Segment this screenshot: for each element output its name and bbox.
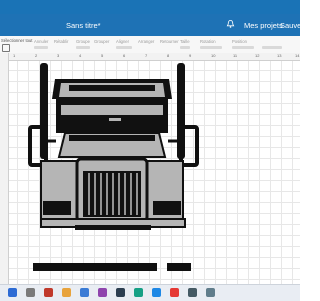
toolbar-group[interactable]: Groupe: [76, 39, 90, 44]
ruler-tick: 1: [13, 53, 16, 58]
ruler-top: 1 2 3 4 5 6 7 8 9 10 11 12 13 14: [8, 53, 300, 61]
select-all-icon[interactable]: [2, 44, 10, 52]
browser-top-strip: [0, 0, 300, 14]
toolbar-field[interactable]: [180, 46, 190, 49]
toolbar-ungroup[interactable]: Grouper: [94, 39, 109, 44]
os-taskbar: [0, 284, 300, 301]
edge-icon[interactable]: [152, 288, 161, 297]
toolbar-field[interactable]: [76, 46, 90, 49]
lower-bar-right: [167, 263, 191, 271]
ruler-left: [0, 53, 9, 284]
ruler-tick: 3: [57, 53, 60, 58]
toolbar-size[interactable]: Taille: [180, 39, 190, 44]
toolbar-undo[interactable]: Annuler: [34, 39, 48, 44]
toolbar-align[interactable]: Aligner: [116, 39, 129, 44]
start-icon[interactable]: [8, 288, 17, 297]
toolbar-rotate[interactable]: Rotation: [200, 39, 216, 44]
toolbar-arrange[interactable]: Arranger: [138, 39, 154, 44]
truck-graphic[interactable]: [9, 61, 300, 284]
ruler-tick: 12: [255, 53, 260, 58]
mail-icon[interactable]: [98, 288, 107, 297]
toolbar-redo[interactable]: Rétablir: [54, 39, 68, 44]
ruler-tick: 7: [145, 53, 148, 58]
bumper-lower: [75, 225, 151, 230]
toolbar-flip[interactable]: Retourner: [160, 39, 179, 44]
settings-icon[interactable]: [206, 288, 215, 297]
design-canvas[interactable]: [9, 61, 300, 284]
ruler-tick: 4: [79, 53, 82, 58]
toolbar-field[interactable]: [232, 46, 254, 49]
toolbar-position[interactable]: Position: [232, 39, 247, 44]
sun-visor: [61, 105, 163, 115]
ruler-tick: 13: [277, 53, 282, 58]
lower-bar-left: [33, 263, 157, 271]
grille: [83, 171, 141, 217]
app-icon[interactable]: [134, 288, 143, 297]
store-icon[interactable]: [116, 288, 125, 297]
save-button[interactable]: Sauveg: [280, 21, 305, 30]
ruler-tick: 11: [233, 53, 238, 58]
app-header: Sans titre* Mes projets Sauveg: [0, 14, 305, 36]
toolbar-field[interactable]: [200, 46, 222, 49]
file-explorer-icon[interactable]: [62, 288, 71, 297]
toolbar-field[interactable]: [116, 46, 132, 49]
photo-icon[interactable]: [188, 288, 197, 297]
ruler-tick: 6: [123, 53, 126, 58]
search-icon[interactable]: [26, 288, 35, 297]
left-headlight: [43, 201, 71, 215]
my-projects-link[interactable]: Mes projets: [244, 21, 283, 30]
bell-icon[interactable]: [226, 19, 235, 29]
ruler-tick: 10: [211, 53, 216, 58]
toolbar-field[interactable]: [34, 46, 48, 49]
ruler-tick: 5: [101, 53, 104, 58]
toolbar-field[interactable]: [262, 46, 282, 49]
task-view-icon[interactable]: [44, 288, 53, 297]
cab-emblem: [109, 118, 121, 121]
edit-toolbar: Sélectionner tout Annuler Rétablir Group…: [0, 36, 300, 54]
ruler-tick: 9: [189, 53, 192, 58]
ruler-tick: 2: [35, 53, 38, 58]
document-title: Sans titre*: [66, 21, 101, 30]
browser-icon[interactable]: [80, 288, 89, 297]
right-headlight: [153, 201, 181, 215]
select-all-label: Sélectionner tout: [1, 38, 33, 43]
ruler-tick: 8: [167, 53, 170, 58]
hood-top: [69, 135, 155, 141]
ruler-tick: 14: [295, 53, 300, 58]
chrome-icon[interactable]: [170, 288, 179, 297]
roof-light-bar: [69, 85, 155, 91]
